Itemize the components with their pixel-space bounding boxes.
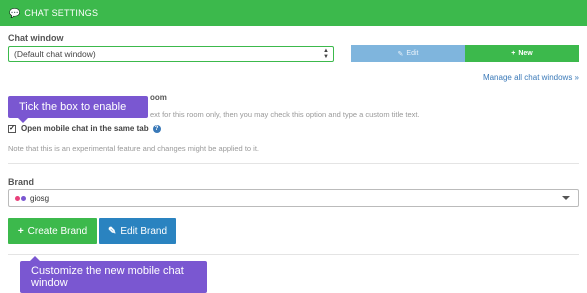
checkbox-tooltip-text: Tick the box to enable — [19, 101, 127, 113]
chat-settings-header: 💬 CHAT SETTINGS — [0, 0, 587, 26]
plus-icon: + — [511, 50, 516, 57]
plus-icon: + — [17, 225, 24, 237]
manage-chat-windows-link[interactable]: Manage all chat windows » — [483, 73, 579, 82]
brand-tooltip: Customize the new mobile chat window — [20, 256, 207, 293]
header-title: CHAT SETTINGS — [24, 8, 99, 18]
brand-label: Brand — [8, 177, 35, 187]
pencil-icon: ✎ — [107, 225, 117, 237]
mobile-description-partial: ext for this room only, then you may che… — [150, 110, 420, 119]
mobile-section-title-partial: oom — [150, 93, 167, 102]
chat-window-select[interactable]: (Default chat window) ▲ ▼ — [8, 46, 334, 62]
new-button-label: New — [518, 50, 533, 57]
create-brand-button[interactable]: + Create Brand — [8, 218, 97, 244]
brand-tooltip-text: Customize the new mobile chat window — [31, 265, 184, 289]
brand-select[interactable]: giosg — [8, 189, 579, 207]
chat-window-label: Chat window — [8, 33, 64, 43]
chat-bubble-icon: 💬 — [9, 7, 21, 18]
edit-button-label: Edit — [406, 50, 419, 57]
experimental-note: Note that this is an experimental featur… — [8, 144, 259, 153]
chat-window-selected: (Default chat window) — [14, 49, 96, 59]
create-brand-label: Create Brand — [27, 225, 88, 237]
brand-dot-pink-icon — [15, 195, 20, 201]
checkbox-tooltip: Tick the box to enable — [8, 96, 148, 123]
edit-chat-window-button[interactable]: ✎ Edit — [351, 45, 465, 62]
mobile-same-tab-row: ✓ Open mobile chat in the same tab ? — [8, 124, 161, 133]
edit-brand-label: Edit Brand — [120, 225, 168, 237]
mobile-same-tab-checkbox[interactable]: ✓ — [8, 124, 16, 133]
brand-dot-purple-icon — [21, 195, 26, 201]
help-icon[interactable]: ? — [152, 124, 161, 133]
select-arrows-icon: ▲ ▼ — [323, 48, 329, 60]
mobile-same-tab-label: Open mobile chat in the same tab — [21, 124, 149, 133]
divider — [8, 254, 579, 255]
edit-brand-button[interactable]: ✎ Edit Brand — [99, 218, 176, 244]
pencil-icon: ✎ — [397, 50, 404, 58]
new-chat-window-button[interactable]: + New — [465, 45, 579, 62]
caret-down-icon — [562, 196, 570, 200]
divider — [8, 163, 579, 164]
brand-selected: giosg — [30, 193, 50, 203]
